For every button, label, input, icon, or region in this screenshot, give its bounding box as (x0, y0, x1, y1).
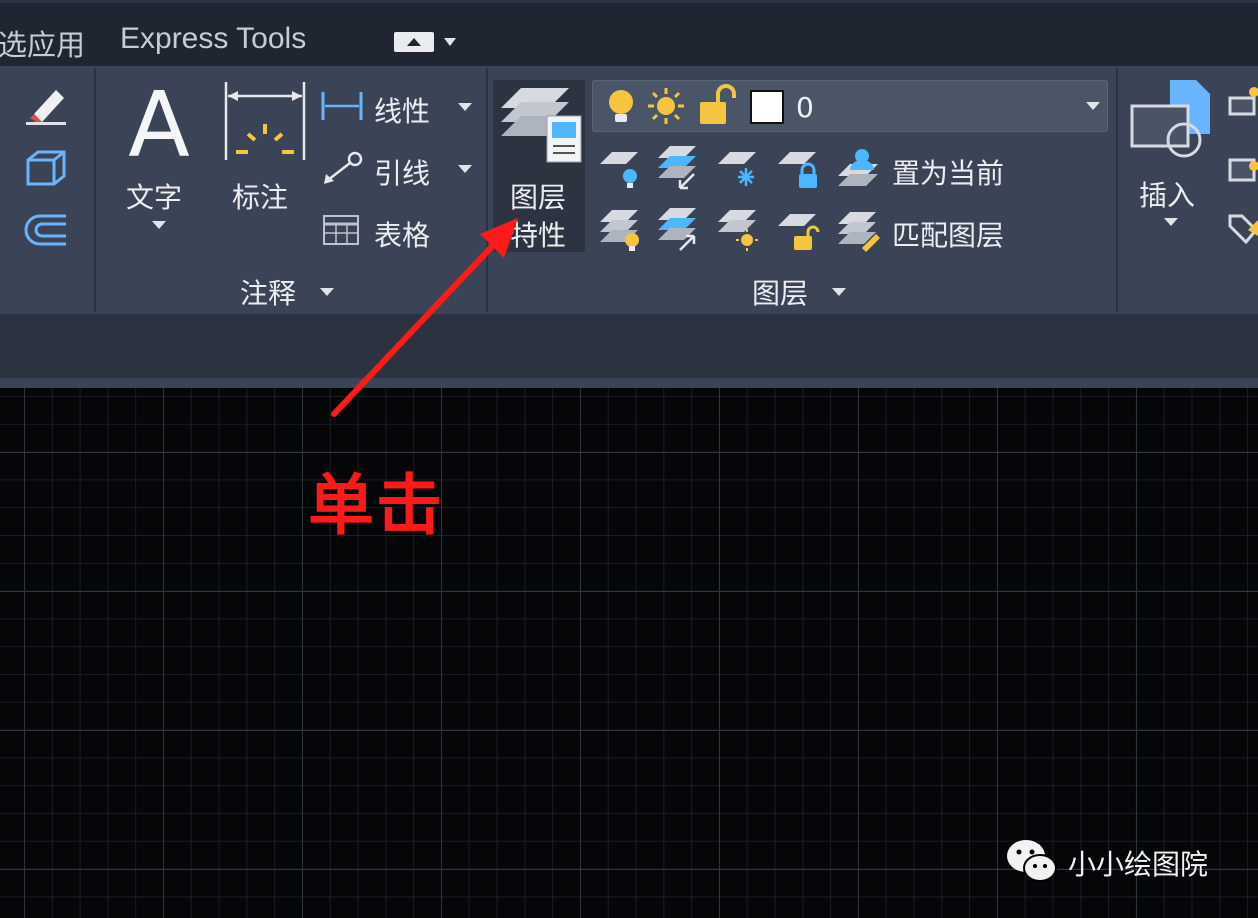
ribbon-minimize-button[interactable] (394, 32, 434, 52)
chevron-down-icon (458, 165, 472, 173)
unlocked-icon (700, 84, 736, 124)
chevron-down-icon (832, 288, 846, 296)
layer-color-swatch (750, 90, 784, 124)
edit-block-icon[interactable] (1228, 150, 1258, 190)
linear-icon (321, 92, 363, 120)
annotate-panel-label: 注释 (240, 277, 297, 310)
chevron-down-icon (458, 103, 472, 111)
dimension-icon (224, 82, 306, 160)
make-current-icon (838, 149, 878, 186)
text-a-icon: A (128, 82, 190, 162)
layer-off-icon[interactable] (598, 146, 642, 190)
set-current-label: 置为当前 (892, 157, 1005, 190)
insert-block-icon (1130, 80, 1210, 158)
3d-box-icon[interactable] (24, 148, 68, 188)
file-tab-strip (0, 314, 1258, 380)
match-layer-button[interactable]: 匹配图层 (836, 208, 1026, 254)
panel-separator (1116, 68, 1118, 312)
dimension-button[interactable]: 标注 (220, 80, 310, 214)
tab-express-tools[interactable]: Express Tools (120, 22, 306, 56)
insert-label: 插入 (1139, 179, 1196, 212)
layer-properties-icon (501, 88, 582, 163)
viewport-top-border (0, 378, 1258, 388)
set-current-layer-button[interactable]: 置为当前 (836, 146, 1026, 192)
match-layer-icon (838, 212, 880, 252)
layer-dropdown[interactable] (592, 80, 1108, 132)
ribbon-tab-bar: 选应用 Express Tools (0, 0, 1258, 66)
dimension-label: 标注 (232, 181, 289, 214)
layer-unlock-icon[interactable] (776, 208, 820, 252)
erase-icon[interactable] (22, 84, 70, 128)
text-label: 文字 (126, 181, 183, 214)
leader-icon (324, 151, 363, 184)
offset-icon[interactable] (24, 212, 68, 248)
match-layer-label: 匹配图层 (892, 219, 1005, 252)
ribbon-options-caret-icon[interactable] (444, 38, 456, 46)
svg-text:A: A (128, 82, 190, 162)
drawing-canvas[interactable] (0, 388, 1258, 918)
layer-isolate-icon[interactable] (656, 144, 700, 190)
leader-button[interactable]: 引线 (318, 148, 478, 190)
sun-thawed-icon (648, 88, 684, 124)
layer-lock-icon[interactable] (776, 146, 820, 190)
current-layer-name: 0 (796, 91, 814, 124)
leader-label: 引线 (374, 157, 431, 190)
linear-dimension-button[interactable]: 线性 (318, 86, 478, 128)
annotation-arrow-icon (331, 218, 518, 417)
tabbar-top-border (0, 0, 1258, 3)
watermark-text: 小小绘图院 (1068, 848, 1209, 881)
chevron-down-icon (1086, 102, 1100, 110)
lightbulb-on-icon (609, 90, 633, 122)
layer-thaw-all-icon[interactable] (716, 208, 760, 252)
edit-attributes-icon[interactable] (1228, 210, 1258, 250)
text-button[interactable]: A 文字 (120, 78, 200, 258)
chevron-down-icon (152, 221, 166, 229)
layers-panel-label: 图层 (752, 277, 809, 310)
create-block-icon[interactable] (1228, 84, 1258, 124)
layer-on-icon[interactable] (598, 208, 642, 252)
layer-unisolate-icon[interactable] (656, 206, 700, 252)
annotation-click-text: 单击 (308, 467, 444, 544)
linear-label: 线性 (374, 95, 431, 128)
insert-block-button[interactable]: 插入 (1126, 76, 1216, 236)
layers-panel-title[interactable]: 图层 (752, 272, 862, 312)
chevron-down-icon (1164, 218, 1178, 226)
layer-freeze-icon[interactable] (716, 146, 760, 190)
tab-featured-apps[interactable]: 选应用 (0, 22, 85, 64)
wechat-logo-icon (1007, 840, 1057, 882)
panel-separator (94, 68, 96, 312)
